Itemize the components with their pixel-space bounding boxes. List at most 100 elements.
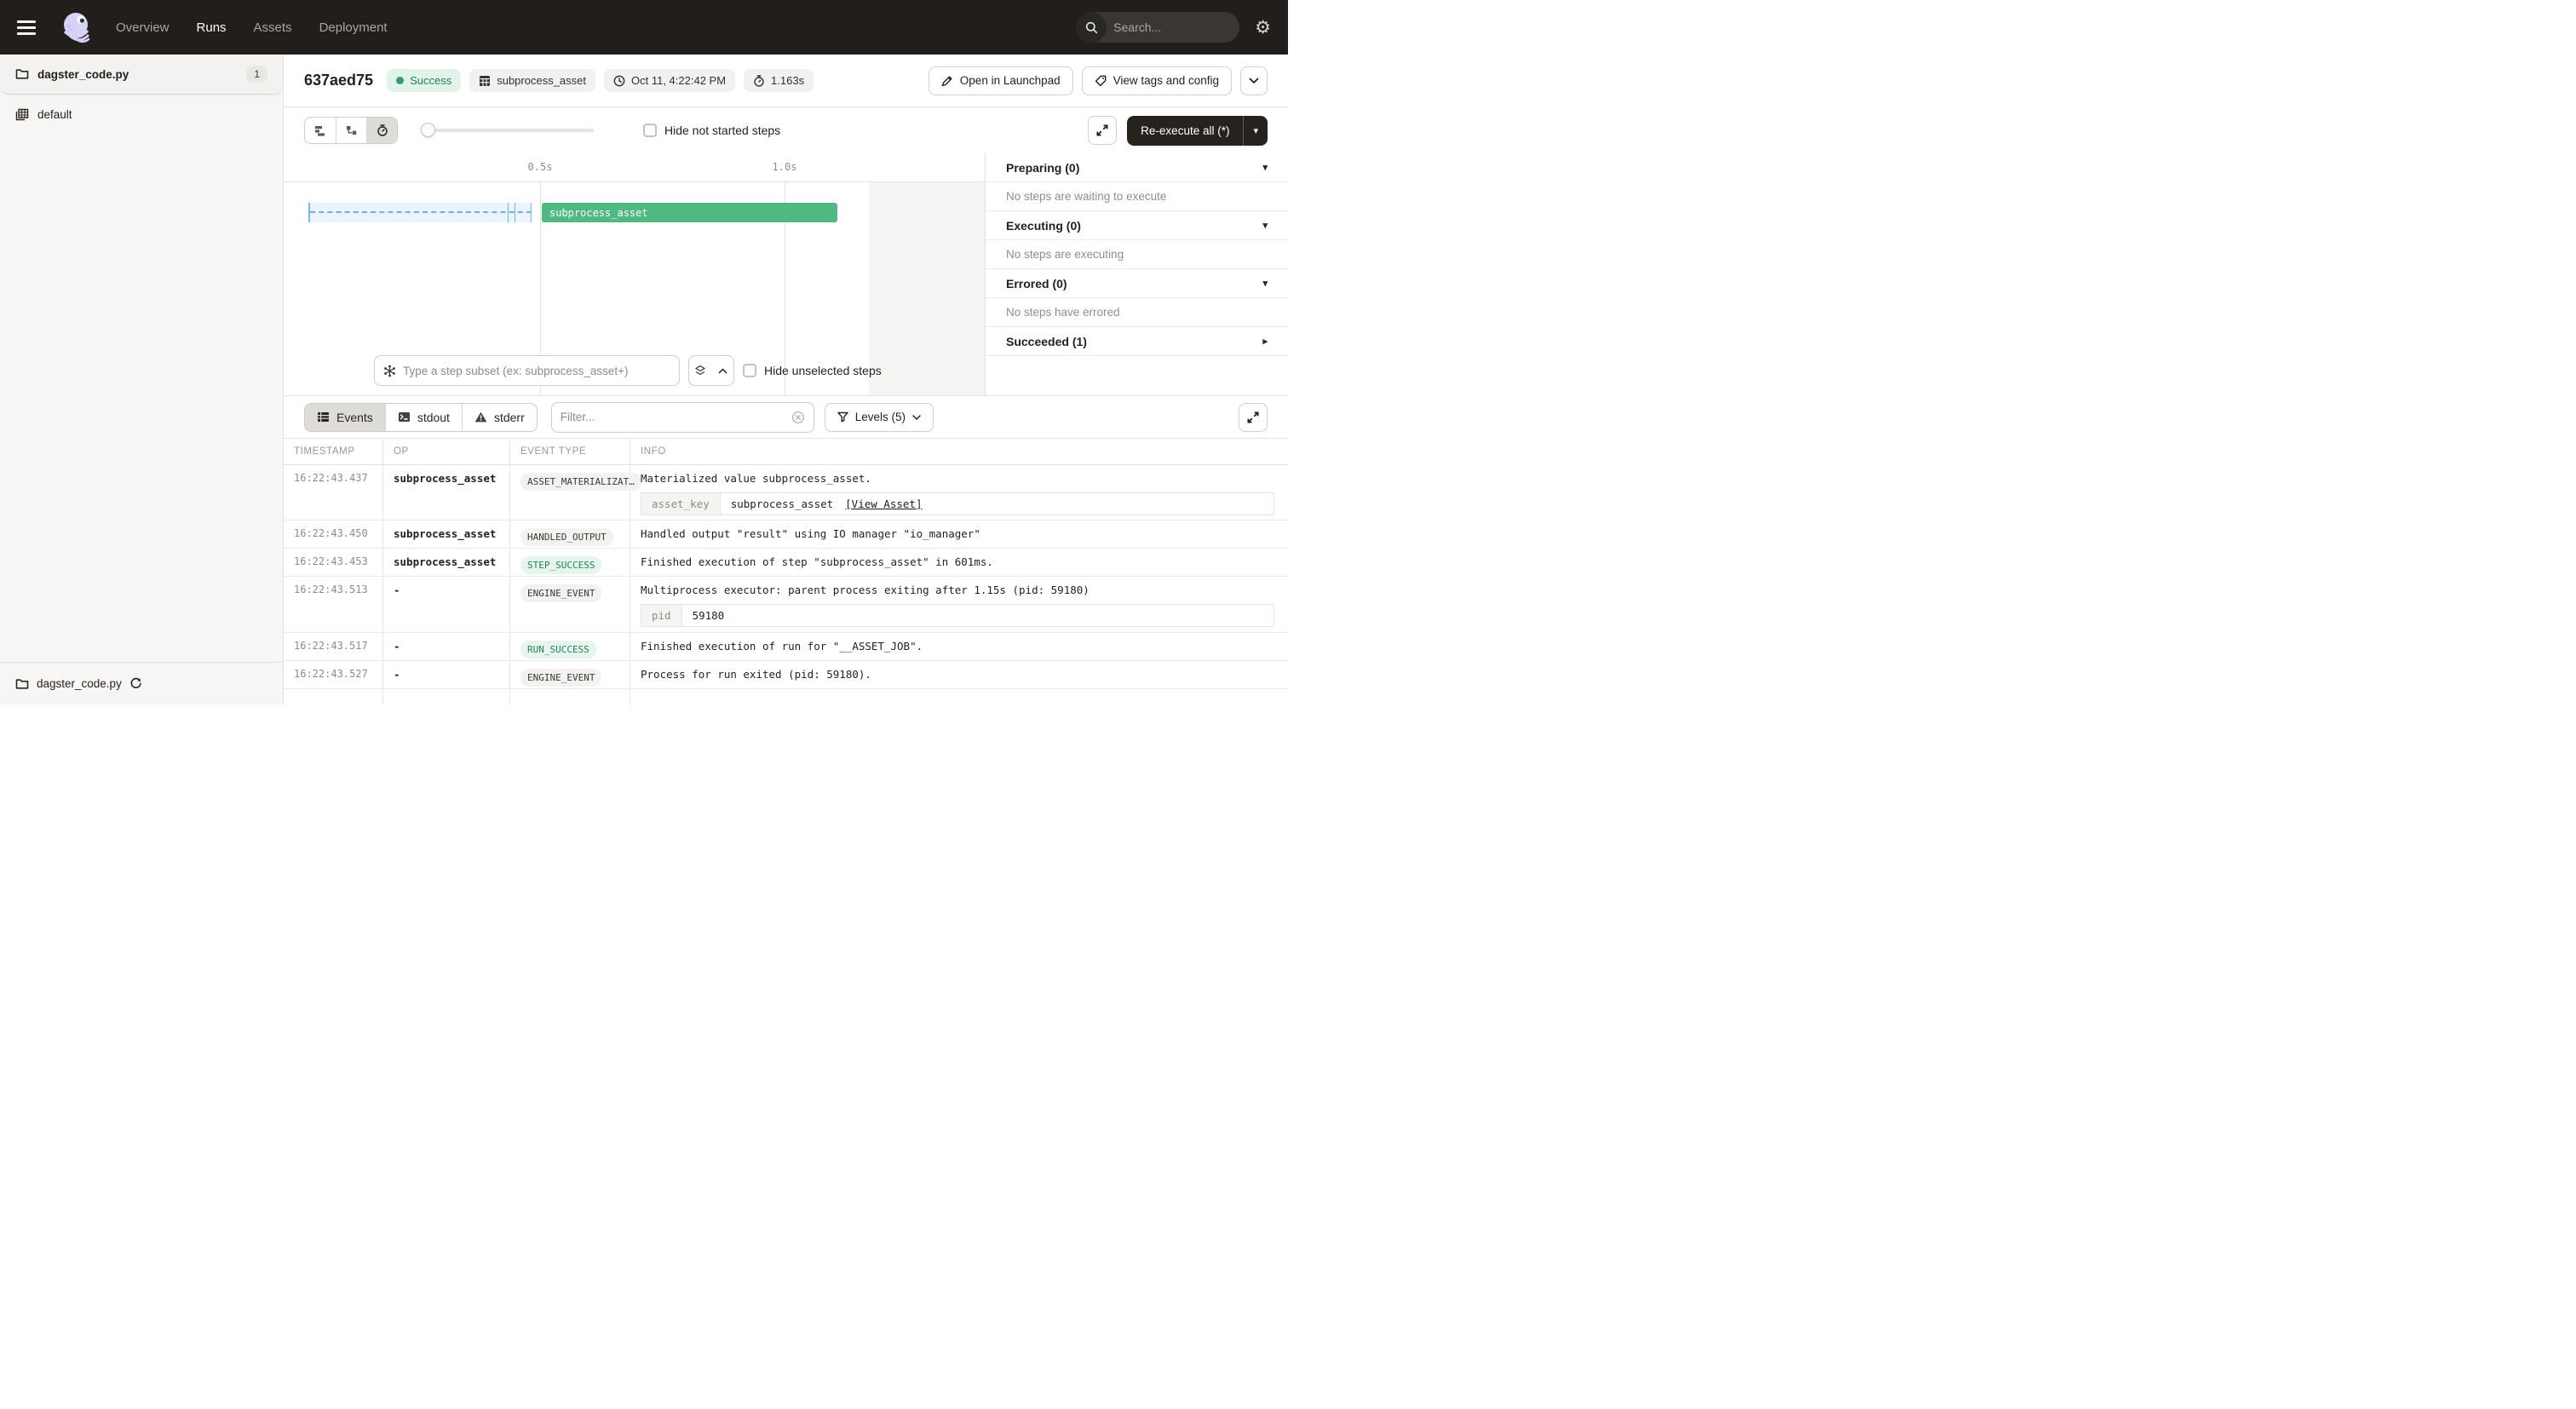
sidebar-workspace-header[interactable]: dagster_code.py 1 <box>0 55 283 95</box>
panel-section-executing[interactable]: Executing (0)▾ <box>986 211 1288 240</box>
event-log-table: TIMESTAMP OP EVENT TYPE INFO 16:22:43.43… <box>284 439 1288 704</box>
zoom-slider-handle[interactable] <box>421 123 435 137</box>
dagster-run-page: Overview Runs Assets Deployment / ⚙ dag <box>0 0 1288 704</box>
tab-stderr[interactable]: stderr <box>462 404 537 431</box>
op-selector-icon <box>383 365 396 377</box>
nav-runs[interactable]: Runs <box>197 20 227 35</box>
view-tags-config-button[interactable]: View tags and config <box>1082 66 1232 95</box>
menu-icon[interactable] <box>17 13 46 42</box>
zoom-slider[interactable] <box>423 129 594 132</box>
hide-not-started-label: Hide not started steps <box>664 124 780 137</box>
gantt-view-mode-group <box>304 117 398 144</box>
tag-icon <box>1095 75 1107 87</box>
reexecute-all-button[interactable]: Re-execute all (*) <box>1127 116 1243 146</box>
workspace-label: dagster_code.py <box>37 68 129 81</box>
event-type-badge: ENGINE_EVENT <box>520 669 601 687</box>
metadata-value: 59180 <box>693 609 725 622</box>
sidebar-item-default[interactable]: default <box>0 95 283 134</box>
panel-section-errored[interactable]: Errored (0)▾ <box>986 269 1288 298</box>
reexecute-dropdown-caret[interactable]: ▾ <box>1243 116 1268 146</box>
log-row[interactable]: 16:22:43.450 subprocess_asset HANDLED_OU… <box>284 520 1288 549</box>
hide-unselected-checkbox[interactable] <box>743 364 756 377</box>
waterfall-view-icon[interactable] <box>336 118 366 143</box>
search-icon <box>1076 12 1107 43</box>
fullscreen-gantt-button[interactable] <box>1088 116 1117 145</box>
fullscreen-logs-button[interactable] <box>1239 403 1268 432</box>
view-asset-link[interactable]: [View Asset] <box>845 497 922 510</box>
metadata-key: pid <box>641 605 682 626</box>
chevron-down-icon <box>912 415 921 420</box>
clear-filter-icon[interactable] <box>791 411 805 424</box>
warning-icon <box>474 411 487 423</box>
caret-up-icon[interactable] <box>711 356 733 385</box>
gantt-chart-body[interactable]: subprocess_asset <box>284 182 985 395</box>
tab-events[interactable]: Events <box>305 404 385 431</box>
layers-icon[interactable] <box>689 356 711 385</box>
search-box[interactable]: / <box>1076 12 1239 43</box>
log-timestamp: 16:22:43.527 <box>284 661 383 688</box>
log-op: - <box>383 633 510 660</box>
top-nav: Overview Runs Assets Deployment / ⚙ <box>0 0 1288 55</box>
steps-status-panel: Preparing (0)▾ No steps are waiting to e… <box>985 153 1288 395</box>
sidebar-footer: dagster_code.py <box>0 662 283 704</box>
log-row[interactable]: 16:22:43.453 subprocess_asset STEP_SUCCE… <box>284 549 1288 577</box>
log-op: - <box>383 661 510 688</box>
step-subset-inputbox[interactable] <box>374 355 680 386</box>
chevron-right-icon: ▸ <box>1262 336 1268 347</box>
step-bar-subprocess-asset[interactable]: subprocess_asset <box>542 203 837 222</box>
run-header-actions: Open in Launchpad View tags and config <box>929 66 1268 95</box>
log-timestamp: 16:22:43.437 <box>284 465 383 520</box>
log-row[interactable]: 16:22:43.517 - RUN_SUCCESS Finished exec… <box>284 633 1288 661</box>
funnel-icon <box>837 411 848 423</box>
log-info-text: Process for run exited (pid: 59180). <box>641 668 1278 681</box>
expand-icon <box>1096 124 1108 136</box>
nav-deployment[interactable]: Deployment <box>319 20 388 35</box>
log-row[interactable]: 16:22:43.527 - ENGINE_EVENT Process for … <box>284 661 1288 689</box>
panel-section-succeeded[interactable]: Succeeded (1)▸ <box>986 327 1288 356</box>
more-actions-button[interactable] <box>1240 66 1268 95</box>
table-icon <box>317 411 330 423</box>
grid-icon <box>479 75 491 87</box>
workspace-count-badge: 1 <box>246 66 267 83</box>
gantt-toolbar-right: Re-execute all (*) ▾ <box>1088 116 1268 146</box>
log-info-text: Finished execution of step "subprocess_a… <box>641 555 1278 568</box>
logs-tab-group: Events stdout stderr <box>304 403 538 432</box>
levels-filter-button[interactable]: Levels (5) <box>825 403 934 432</box>
col-header-info: INFO <box>630 439 1288 464</box>
waiting-marker <box>508 203 509 222</box>
log-row[interactable]: 16:22:43.513 - ENGINE_EVENT Multiprocess… <box>284 577 1288 633</box>
search-input[interactable] <box>1107 20 1239 34</box>
log-filter-box[interactable] <box>551 402 814 433</box>
nav-assets[interactable]: Assets <box>254 20 292 35</box>
graph-options-group <box>688 355 734 386</box>
axis-tick: 1.0s <box>773 161 797 173</box>
log-timestamp: 16:22:43.517 <box>284 633 383 660</box>
terminal-icon <box>398 411 411 423</box>
timestamp-tag: Oct 11, 4:22:42 PM <box>604 69 735 92</box>
gear-icon[interactable]: ⚙ <box>1255 19 1271 37</box>
log-timestamp: 16:22:43.450 <box>284 520 383 548</box>
log-info-text: Materialized value subprocess_asset. <box>641 472 1278 485</box>
log-row[interactable]: 16:22:43.437 subprocess_asset ASSET_MATE… <box>284 465 1288 520</box>
metadata-value: subprocess_asset <box>731 497 833 510</box>
hide-not-started-checkbox-row[interactable]: Hide not started steps <box>643 124 780 137</box>
hide-unselected-checkbox-row[interactable]: Hide unselected steps <box>743 364 882 377</box>
caret-down-icon: ▾ <box>1253 125 1258 136</box>
log-filter-input[interactable] <box>561 411 791 423</box>
dagster-logo[interactable] <box>58 9 94 45</box>
step-subset-input[interactable] <box>403 365 670 377</box>
hide-not-started-checkbox[interactable] <box>643 124 657 137</box>
open-in-launchpad-button[interactable]: Open in Launchpad <box>929 66 1073 95</box>
main-panel: 637aed75 Success subprocess_asset Oct 11… <box>284 55 1288 704</box>
asset-tag[interactable]: subprocess_asset <box>469 69 595 92</box>
tab-stdout[interactable]: stdout <box>385 404 462 431</box>
panel-section-preparing[interactable]: Preparing (0)▾ <box>986 153 1288 182</box>
nav-overview[interactable]: Overview <box>116 20 170 35</box>
chevron-down-icon <box>1249 78 1259 84</box>
sidebar-item-label: default <box>37 108 72 121</box>
flat-view-icon[interactable] <box>305 118 336 143</box>
log-info-text: Multiprocess executor: parent process ex… <box>641 584 1278 596</box>
timed-view-icon[interactable] <box>366 118 397 143</box>
refresh-icon[interactable] <box>129 677 142 690</box>
after-run-band <box>869 182 985 395</box>
